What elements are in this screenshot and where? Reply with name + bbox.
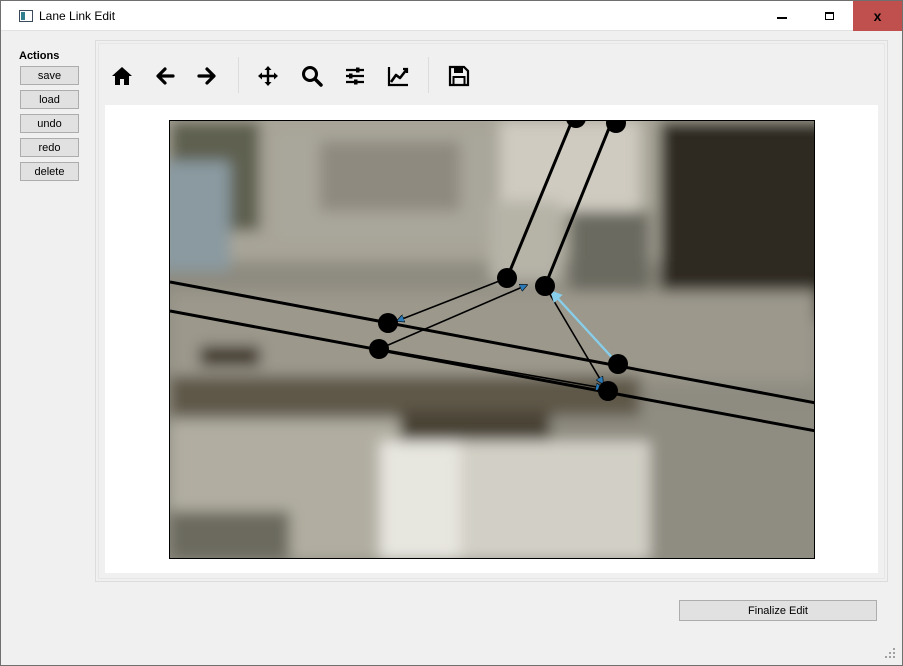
toolbar-separator	[428, 57, 429, 93]
back-arrow-icon	[156, 67, 175, 85]
finalize-edit-button[interactable]: Finalize Edit	[679, 600, 877, 621]
lane-node	[608, 354, 628, 374]
minimize-button[interactable]	[759, 1, 805, 31]
close-icon: x	[873, 8, 882, 24]
edit-axis-icon	[387, 67, 409, 87]
title-bar[interactable]: Lane Link Edit x	[1, 1, 902, 31]
configure-subplots-button[interactable]	[340, 61, 370, 91]
home-icon	[112, 67, 132, 85]
actions-heading: Actions	[19, 50, 60, 62]
forward-button[interactable]	[192, 61, 222, 91]
minimize-icon	[777, 17, 787, 19]
window-title: Lane Link Edit	[39, 9, 116, 23]
lane-node	[535, 276, 555, 296]
app-icon	[19, 10, 33, 22]
undo-button[interactable]: undo	[20, 114, 79, 133]
lane-node	[598, 381, 618, 401]
map-canvas[interactable]	[170, 121, 815, 559]
load-button[interactable]: load	[20, 90, 79, 109]
save-figure-button[interactable]	[444, 61, 474, 91]
save-figure-icon	[448, 65, 470, 87]
maximize-icon	[824, 12, 834, 20]
aerial-imagery	[170, 121, 814, 558]
redo-button[interactable]: redo	[20, 138, 79, 157]
lane-node	[378, 313, 398, 333]
home-button[interactable]	[107, 61, 137, 91]
delete-button[interactable]: delete	[20, 162, 79, 181]
lane-node	[369, 339, 389, 359]
zoom-button[interactable]	[297, 61, 327, 91]
lane-node	[497, 268, 517, 288]
forward-arrow-icon	[197, 67, 216, 85]
back-button[interactable]	[150, 61, 180, 91]
pan-button[interactable]	[253, 61, 283, 91]
configure-subplots-icon	[346, 67, 364, 85]
edit-axis-button[interactable]	[383, 61, 413, 91]
save-button[interactable]: save	[20, 66, 79, 85]
pan-icon	[258, 66, 278, 86]
app-window: Lane Link Edit x Actions save load undo …	[0, 0, 903, 666]
zoom-icon	[302, 66, 323, 87]
map-view[interactable]	[169, 120, 815, 559]
close-button[interactable]: x	[853, 1, 902, 31]
resize-grip-icon[interactable]	[884, 647, 896, 659]
toolbar-separator	[238, 57, 239, 93]
maximize-button[interactable]	[806, 1, 852, 31]
